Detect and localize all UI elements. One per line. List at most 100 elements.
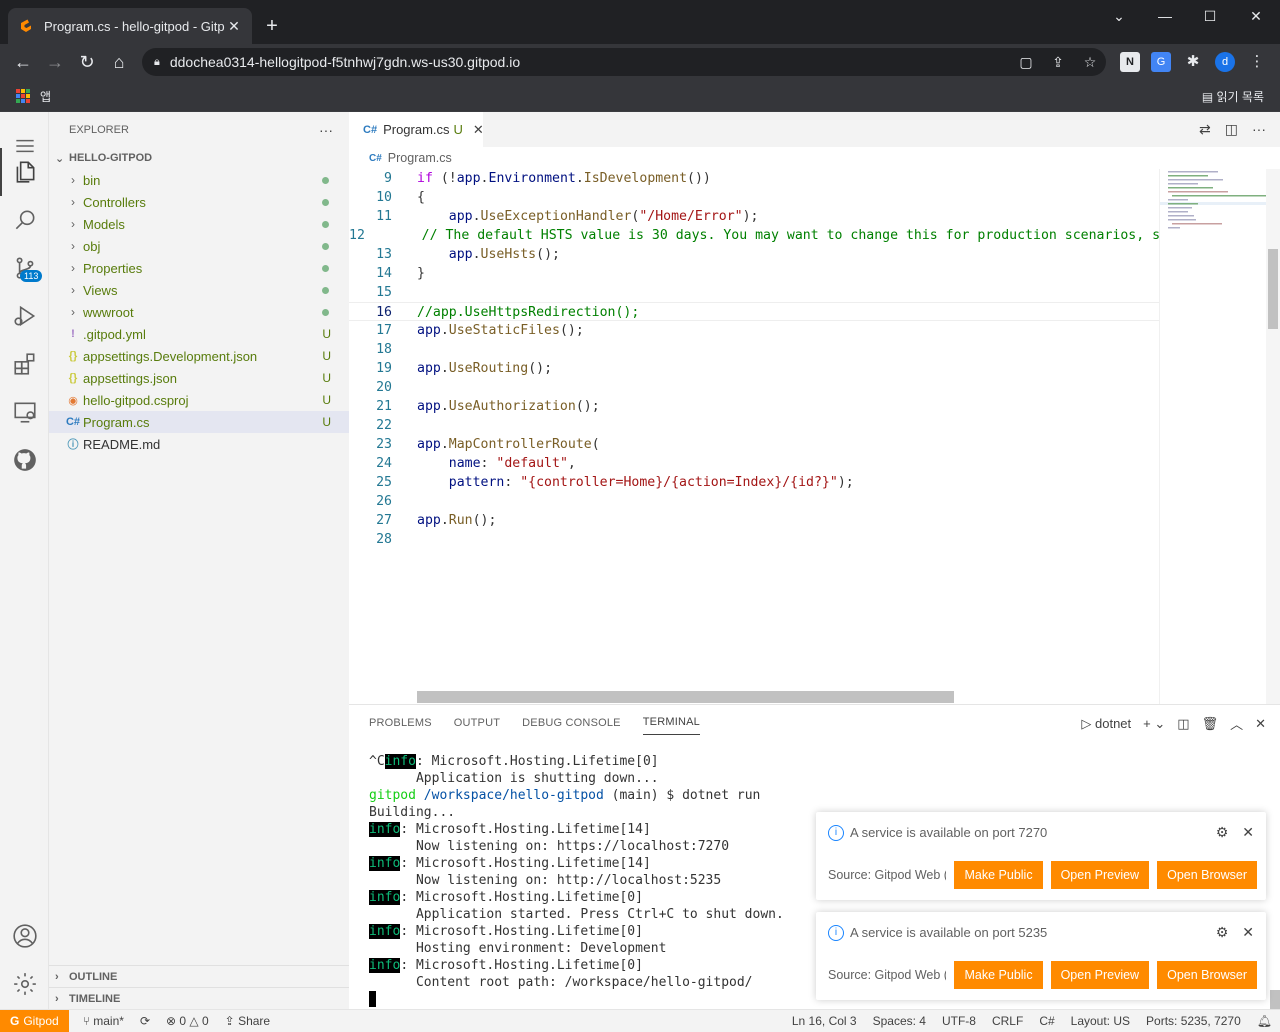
notification-settings-icon[interactable]: ⚙	[1216, 924, 1229, 941]
sync-icon[interactable]: ⟳	[132, 1014, 158, 1028]
split-editor-icon[interactable]: ◫	[1225, 121, 1238, 138]
address-bar[interactable]: 🔒︎ ddochea0314-hellogitpod-f5tnhwj7gdn.w…	[142, 48, 1106, 76]
branch-status[interactable]: ⑂ main*	[75, 1014, 132, 1028]
more-actions-icon[interactable]: ···	[319, 122, 333, 138]
github-icon[interactable]	[0, 436, 49, 484]
panel-tab-terminal[interactable]: TERMINAL	[642, 710, 700, 735]
translate-extension-icon[interactable]: G	[1151, 52, 1171, 72]
share-status[interactable]: ⇪ Share	[217, 1014, 278, 1028]
clipboard-icon[interactable]: ▢	[1010, 54, 1042, 71]
code-line[interactable]: 19 app.UseRouting();	[349, 359, 1159, 378]
tree-file[interactable]: {} appsettings.json U	[49, 367, 349, 389]
maximize-panel-icon[interactable]: ︿	[1230, 714, 1243, 733]
indentation-status[interactable]: Spaces: 4	[865, 1014, 934, 1028]
tree-file[interactable]: ! .gitpod.yml U	[49, 323, 349, 345]
notifications-bell-icon[interactable]: 🔔︎	[1249, 1014, 1280, 1028]
forward-icon[interactable]: →	[43, 50, 67, 74]
settings-gear-icon[interactable]	[0, 960, 49, 1008]
code-line[interactable]: 20	[349, 378, 1159, 397]
split-terminal-icon[interactable]: ◫	[1177, 716, 1189, 732]
workspace-section[interactable]: ⌄ HELLO-GITPOD	[49, 147, 349, 169]
outline-section[interactable]: › OUTLINE	[49, 965, 349, 987]
tree-file[interactable]: ⓘ README.md	[49, 433, 349, 455]
tree-file[interactable]: ◉ hello-gitpod.csproj U	[49, 389, 349, 411]
gitpod-status-button[interactable]: G Gitpod	[0, 1010, 69, 1032]
cursor-position[interactable]: Ln 16, Col 3	[784, 1014, 865, 1028]
source-control-icon[interactable]: 113	[0, 244, 49, 292]
close-panel-icon[interactable]: ✕	[1255, 716, 1266, 732]
breadcrumb-file[interactable]: Program.cs	[388, 151, 452, 165]
code-line[interactable]: 24 name: "default",	[349, 454, 1159, 473]
code-line[interactable]: 17 app.UseStaticFiles();	[349, 321, 1159, 340]
tree-folder[interactable]: › bin	[49, 169, 349, 191]
maximize-icon[interactable]: ☐	[1195, 4, 1225, 28]
open-preview-button[interactable]: Open Preview	[1050, 961, 1150, 989]
share-icon[interactable]: ⇪	[1042, 54, 1074, 71]
code-line[interactable]: 21 app.UseAuthorization();	[349, 397, 1159, 416]
open-changes-icon[interactable]: ⇄	[1199, 121, 1211, 138]
problems-status[interactable]: ⊗ 0 △ 0	[158, 1014, 217, 1028]
home-icon[interactable]: ⌂	[107, 50, 131, 74]
new-terminal-icon[interactable]: + ⌄	[1143, 716, 1165, 732]
code-line[interactable]: 11 app.UseExceptionHandler("/Home/Error"…	[349, 207, 1159, 226]
code-line[interactable]: 10 {	[349, 188, 1159, 207]
lock-icon[interactable]: 🔒︎	[154, 56, 160, 69]
keyboard-layout[interactable]: Layout: US	[1063, 1014, 1138, 1028]
ports-status[interactable]: Ports: 5235, 7270	[1138, 1014, 1249, 1028]
code-line[interactable]: 26	[349, 492, 1159, 511]
tree-file[interactable]: C# Program.cs U	[49, 411, 349, 433]
close-notification-icon[interactable]: ✕	[1242, 824, 1254, 841]
back-icon[interactable]: ←	[11, 50, 35, 74]
close-editor-icon[interactable]: ✕	[473, 122, 484, 138]
account-icon[interactable]	[0, 912, 49, 960]
minimap[interactable]	[1159, 169, 1268, 704]
search-icon[interactable]	[0, 196, 49, 244]
tree-file[interactable]: {} appsettings.Development.json U	[49, 345, 349, 367]
code-line[interactable]: 27 app.Run();	[349, 511, 1159, 530]
panel-tab-debug-console[interactable]: DEBUG CONSOLE	[522, 711, 621, 735]
close-tab-icon[interactable]: ✕	[226, 18, 242, 35]
extensions-icon[interactable]	[0, 340, 49, 388]
open-browser-button[interactable]: Open Browser	[1157, 861, 1257, 889]
tree-folder[interactable]: › Controllers	[49, 191, 349, 213]
code-editor[interactable]: 9 if (!app.Environment.IsDevelopment()) 10…	[349, 169, 1159, 691]
tree-folder[interactable]: › Properties	[49, 257, 349, 279]
kill-terminal-icon[interactable]: 🗑︎	[1202, 716, 1219, 732]
more-actions-icon[interactable]: ···	[1252, 121, 1266, 138]
code-line[interactable]: 23 app.MapControllerRoute(	[349, 435, 1159, 454]
code-line[interactable]: 18	[349, 340, 1159, 359]
panel-tab-problems[interactable]: PROBLEMS	[369, 711, 432, 735]
explorer-icon[interactable]	[0, 148, 49, 196]
code-line[interactable]: 16 //app.UseHttpsRedirection();	[349, 302, 1159, 321]
tree-folder[interactable]: › wwwroot	[49, 301, 349, 323]
new-tab-icon[interactable]: +	[260, 14, 284, 38]
code-line[interactable]: 13 app.UseHsts();	[349, 245, 1159, 264]
bookmark-star-icon[interactable]: ☆	[1074, 54, 1106, 71]
code-line[interactable]: 9 if (!app.Environment.IsDevelopment())	[349, 169, 1159, 188]
encoding-status[interactable]: UTF-8	[934, 1014, 984, 1028]
terminal-selector[interactable]: ▷ dotnet	[1081, 716, 1131, 732]
run-debug-icon[interactable]	[0, 292, 49, 340]
extensions-puzzle-icon[interactable]: ✱	[1183, 52, 1203, 72]
notification-settings-icon[interactable]: ⚙	[1216, 824, 1229, 841]
scrollbar-thumb[interactable]	[1268, 249, 1278, 329]
browser-tab[interactable]: Program.cs - hello-gitpod - Gitp ✕	[8, 8, 252, 44]
panel-tab-output[interactable]: OUTPUT	[454, 711, 500, 735]
notion-extension-icon[interactable]: N	[1120, 52, 1140, 72]
tree-folder[interactable]: › obj	[49, 235, 349, 257]
code-line[interactable]: 22	[349, 416, 1159, 435]
minimize-window-icon[interactable]: ⌄	[1104, 4, 1134, 28]
minimize-icon[interactable]: —	[1150, 4, 1180, 28]
editor-tab-program-cs[interactable]: C# Program.cs U ✕	[349, 112, 484, 147]
language-mode[interactable]: C#	[1031, 1014, 1062, 1028]
reload-icon[interactable]: ↻	[75, 50, 99, 74]
terminal-scrollbar[interactable]	[1270, 990, 1280, 1010]
tree-folder[interactable]: › Views	[49, 279, 349, 301]
open-preview-button[interactable]: Open Preview	[1050, 861, 1150, 889]
make-public-button[interactable]: Make Public	[954, 861, 1043, 889]
close-notification-icon[interactable]: ✕	[1242, 924, 1254, 941]
make-public-button[interactable]: Make Public	[954, 961, 1043, 989]
apps-bookmark[interactable]: 앱	[40, 88, 51, 105]
tree-folder[interactable]: › Models	[49, 213, 349, 235]
profile-avatar[interactable]: d	[1215, 52, 1235, 72]
